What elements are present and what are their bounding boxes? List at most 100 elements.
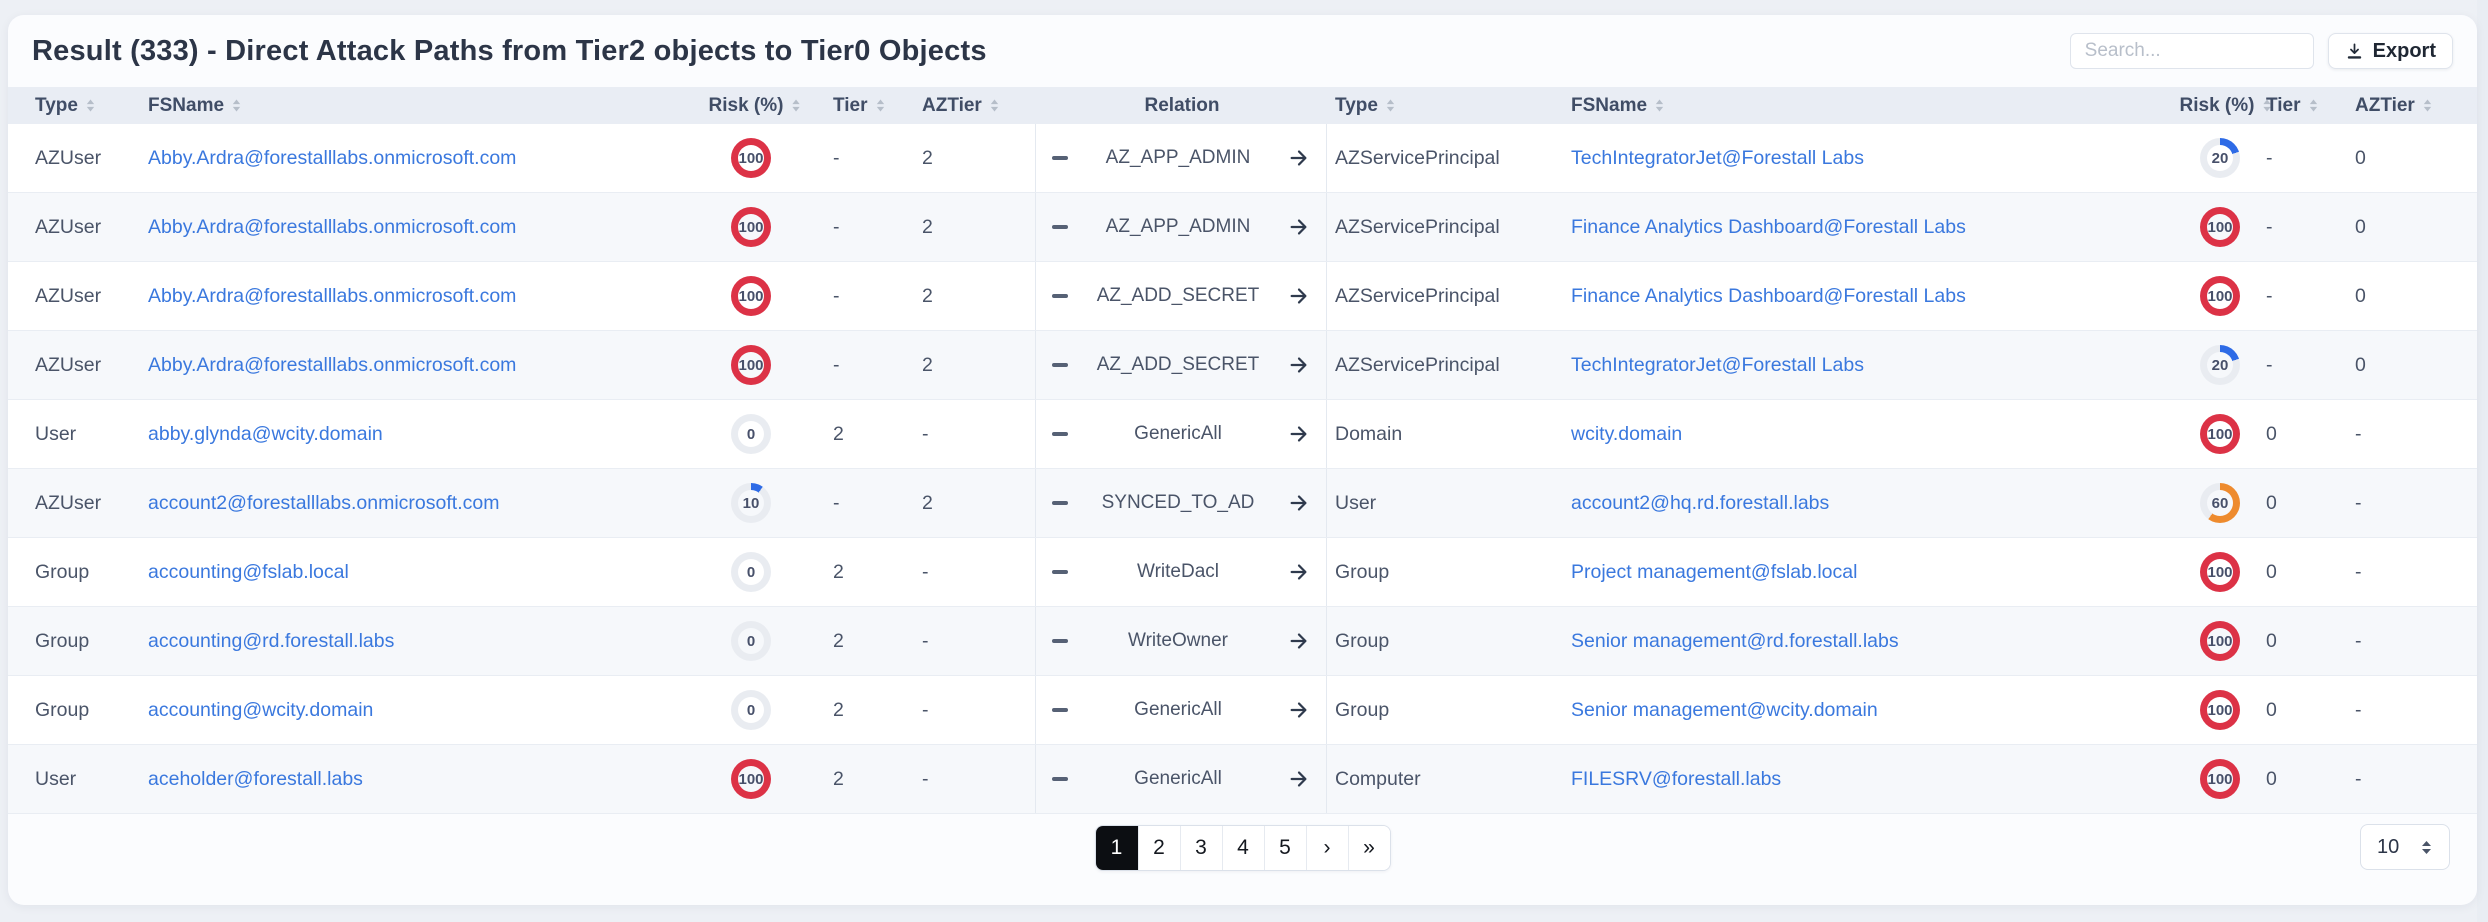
target-tier: 0 <box>2266 676 2277 744</box>
sort-icon <box>231 98 242 113</box>
source-fsname-link[interactable]: account2@forestalllabs.onmicrosoft.com <box>148 469 499 537</box>
next-page-button[interactable]: › <box>1306 826 1348 870</box>
table-row: Group accounting@rd.forestall.labs 0 2 -… <box>8 607 2477 676</box>
arrow-right-icon <box>1288 768 1310 790</box>
arrow-right-icon <box>1288 492 1310 514</box>
scrollbar-track[interactable] <box>2477 0 2488 922</box>
target-fsname-link[interactable]: TechIntegratorJet@Forestall Labs <box>1571 124 1864 192</box>
arrow-right-icon <box>1288 561 1310 583</box>
col-header-relation: Relation <box>1145 87 1220 124</box>
target-type: AZServicePrincipal <box>1335 262 1500 330</box>
relation-cell: SYNCED_TO_AD <box>1035 469 1327 537</box>
page-button-3[interactable]: 3 <box>1180 826 1222 870</box>
source-risk-ring: 100 <box>731 745 771 813</box>
target-fsname-link[interactable]: Project management@fslab.local <box>1571 538 1857 606</box>
source-tier: - <box>833 124 840 192</box>
dash-icon <box>1052 570 1068 575</box>
col-header-target-fsname[interactable]: FSName <box>1571 87 1665 124</box>
relation-cell: GenericAll <box>1035 676 1327 744</box>
dash-icon <box>1052 294 1068 299</box>
source-risk-ring: 0 <box>731 676 771 744</box>
source-fsname-link[interactable]: accounting@fslab.local <box>148 538 349 606</box>
source-type: Group <box>35 538 89 606</box>
source-tier: - <box>833 193 840 261</box>
dash-icon <box>1052 639 1068 644</box>
target-aztier: 0 <box>2355 331 2366 399</box>
col-header-target-risk[interactable]: Risk (%) <box>2180 87 2273 124</box>
source-risk-ring: 100 <box>731 124 771 192</box>
target-aztier: - <box>2355 400 2362 468</box>
page-button-2[interactable]: 2 <box>1138 826 1180 870</box>
target-fsname-link[interactable]: Finance Analytics Dashboard@Forestall La… <box>1571 193 1966 261</box>
page-button-1[interactable]: 1 <box>1096 826 1138 870</box>
page-size-value: 10 <box>2377 836 2399 859</box>
page-button-4[interactable]: 4 <box>1222 826 1264 870</box>
target-risk-ring: 60 <box>2200 469 2240 537</box>
source-type: Group <box>35 676 89 744</box>
target-type: Domain <box>1335 400 1402 468</box>
source-fsname-link[interactable]: Abby.Ardra@forestalllabs.onmicrosoft.com <box>148 331 516 399</box>
sort-icon <box>1654 98 1665 113</box>
target-type: AZServicePrincipal <box>1335 193 1500 261</box>
table-row: AZUser Abby.Ardra@forestalllabs.onmicros… <box>8 124 2477 193</box>
target-tier: 0 <box>2266 607 2277 675</box>
source-fsname-link[interactable]: Abby.Ardra@forestalllabs.onmicrosoft.com <box>148 262 516 330</box>
relation-label: SYNCED_TO_AD <box>1068 492 1288 514</box>
target-fsname-link[interactable]: account2@hq.rd.forestall.labs <box>1571 469 1829 537</box>
source-fsname-link[interactable]: accounting@wcity.domain <box>148 676 373 744</box>
source-tier: - <box>833 331 840 399</box>
last-page-button[interactable]: » <box>1348 826 1390 870</box>
source-fsname-link[interactable]: aceholder@forestall.labs <box>148 745 363 813</box>
col-header-source-type[interactable]: Type <box>35 87 96 124</box>
download-icon <box>2345 42 2364 61</box>
export-label: Export <box>2373 40 2436 63</box>
col-header-source-fsname[interactable]: FSName <box>148 87 242 124</box>
target-risk-ring: 100 <box>2200 538 2240 606</box>
arrow-right-icon <box>1288 423 1310 445</box>
relation-cell: AZ_APP_ADMIN <box>1035 193 1327 261</box>
target-fsname-link[interactable]: FILESRV@forestall.labs <box>1571 745 1781 813</box>
target-type: Group <box>1335 607 1389 675</box>
target-fsname-link[interactable]: Senior management@rd.forestall.labs <box>1571 607 1899 675</box>
table-row: Group accounting@wcity.domain 0 2 - Gene… <box>8 676 2477 745</box>
col-header-source-aztier[interactable]: AZTier <box>922 87 1000 124</box>
source-type: User <box>35 745 76 813</box>
table-row: User abby.glynda@wcity.domain 0 2 - Gene… <box>8 400 2477 469</box>
col-header-target-type[interactable]: Type <box>1335 87 1396 124</box>
target-fsname-link[interactable]: TechIntegratorJet@Forestall Labs <box>1571 331 1864 399</box>
target-fsname-link[interactable]: Finance Analytics Dashboard@Forestall La… <box>1571 262 1966 330</box>
col-header-source-tier[interactable]: Tier <box>833 87 886 124</box>
col-header-target-tier[interactable]: Tier <box>2266 87 2319 124</box>
target-risk-ring: 100 <box>2200 193 2240 261</box>
sort-icon <box>989 98 1000 113</box>
dash-icon <box>1052 156 1068 161</box>
target-fsname-link[interactable]: Senior management@wcity.domain <box>1571 676 1878 744</box>
page-size-select[interactable]: 10 <box>2360 824 2450 870</box>
dash-icon <box>1052 432 1068 437</box>
target-tier: 0 <box>2266 400 2277 468</box>
dash-icon <box>1052 708 1068 713</box>
sort-icon <box>1385 98 1396 113</box>
dash-icon <box>1052 225 1068 230</box>
table-row: AZUser Abby.Ardra@forestalllabs.onmicros… <box>8 262 2477 331</box>
search-input[interactable] <box>2070 33 2314 69</box>
target-risk-ring: 100 <box>2200 745 2240 813</box>
target-fsname-link[interactable]: wcity.domain <box>1571 400 1682 468</box>
col-header-target-aztier[interactable]: AZTier <box>2355 87 2433 124</box>
relation-label: AZ_APP_ADMIN <box>1068 216 1288 238</box>
source-fsname-link[interactable]: Abby.Ardra@forestalllabs.onmicrosoft.com <box>148 193 516 261</box>
source-type: User <box>35 400 76 468</box>
sort-icon <box>790 98 801 113</box>
source-type: AZUser <box>35 331 101 399</box>
page-button-5[interactable]: 5 <box>1264 826 1306 870</box>
source-fsname-link[interactable]: abby.glynda@wcity.domain <box>148 400 383 468</box>
source-fsname-link[interactable]: accounting@rd.forestall.labs <box>148 607 394 675</box>
target-aztier: - <box>2355 538 2362 606</box>
source-aztier: 2 <box>922 262 933 330</box>
target-tier: - <box>2266 262 2273 330</box>
arrow-right-icon <box>1288 354 1310 376</box>
col-header-source-risk[interactable]: Risk (%) <box>709 87 802 124</box>
export-button[interactable]: Export <box>2328 33 2453 69</box>
source-fsname-link[interactable]: Abby.Ardra@forestalllabs.onmicrosoft.com <box>148 124 516 192</box>
source-tier: 2 <box>833 607 844 675</box>
